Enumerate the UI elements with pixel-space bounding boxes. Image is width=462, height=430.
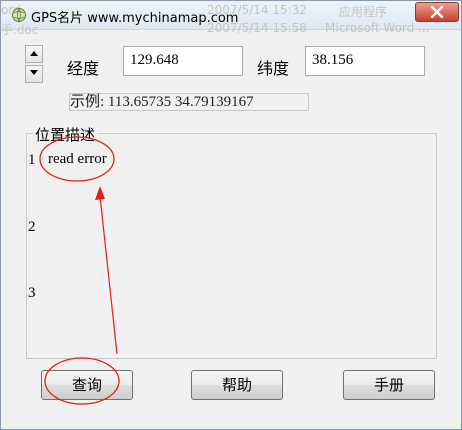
query-button[interactable]: 查询: [41, 370, 133, 400]
row-number-1: 1: [28, 152, 36, 168]
spin-control: [25, 45, 43, 83]
row-number-3: 3: [28, 285, 36, 301]
latitude-input[interactable]: 38.156: [305, 46, 425, 76]
longitude-input[interactable]: 129.648: [123, 46, 243, 76]
close-button[interactable]: [415, 2, 459, 22]
title-bar[interactable]: 2007/5/14 15:32 应用程序 2007/5/14 15:58 Mic…: [1, 1, 461, 37]
longitude-label: 经度: [67, 59, 100, 78]
close-icon: [430, 6, 444, 18]
arrow-up-icon: [30, 51, 38, 56]
manual-button[interactable]: 手册: [343, 370, 435, 400]
spin-up-button[interactable]: [25, 45, 43, 63]
spin-down-button[interactable]: [25, 65, 43, 83]
background-type-2: Microsoft Word ...: [325, 21, 430, 35]
globe-app-icon: [11, 7, 27, 23]
window-title: GPS名片 www.mychinamap.com: [31, 11, 239, 26]
arrow-down-icon: [30, 70, 38, 75]
row-number-2: 2: [28, 219, 36, 235]
help-button[interactable]: 帮助: [191, 370, 283, 400]
location-result-1: read error: [48, 151, 107, 167]
gps-card-window: 2007/5/14 15:32 应用程序 2007/5/14 15:58 Mic…: [0, 0, 462, 430]
latitude-label: 纬度: [257, 59, 290, 78]
background-type-1: 应用程序: [339, 5, 388, 19]
location-group-title: 位置描述: [33, 124, 98, 145]
example-text: 示例: 113.65735 34.79139167: [69, 93, 309, 111]
